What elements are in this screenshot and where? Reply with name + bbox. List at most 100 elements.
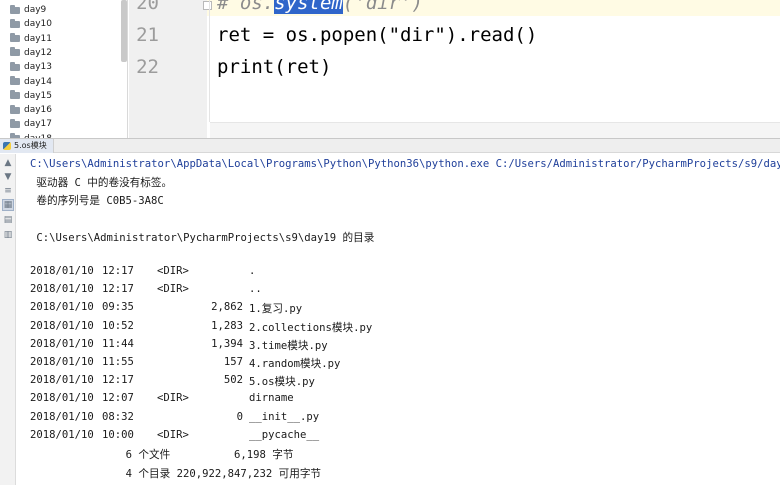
code-editor[interactable]: 20 21 22 # os.system('dir') ret = os.pop… [129,0,780,138]
dir-entry-row: 2018/01/10 12:17 502 5.os模块.py [17,374,777,388]
tree-item-day14[interactable]: day14 [10,75,52,89]
dir-entry-row: 2018/01/10 12:07 <DIR> dirname [17,392,777,406]
line-number: 21 [136,24,159,46]
entry-size: 1,283 [211,319,243,332]
entry-time: 12:17 [102,265,134,277]
tree-scrollbar[interactable] [121,0,127,62]
run-panel-header: 5.os模块 [0,138,780,153]
entry-date: 2018/01/10 [30,265,94,277]
console-summary-dirs: 4 个目录 220,922,847,232 可用字节 [30,468,322,480]
entry-time: 11:44 [102,337,134,350]
entry-time: 09:35 [102,301,134,314]
entry-size: 1,394 [211,337,243,350]
entry-name: 4.random模块.py [249,358,341,370]
tree-item-label: day9 [24,5,47,15]
entry-dir-flag: <DIR> [157,265,189,277]
entry-time: 10:52 [102,319,134,332]
folder-icon [10,18,20,28]
tree-item-day17[interactable]: day17 [10,117,52,131]
code-line[interactable]: ret = os.popen("dir").read() [217,24,537,46]
project-tree[interactable]: day9 day10 day11 day12 day13 day14 day15 day16 d… [0,0,128,138]
print-icon[interactable]: ▤ [2,214,14,226]
scroll-to-end-icon[interactable]: ≡ [2,185,14,197]
tree-item-day16[interactable]: day16 [10,103,52,117]
console-output[interactable]: C:\Users\Administrator\AppData\Local\Pro… [17,154,780,485]
folder-icon [10,118,20,128]
tree-item-day13[interactable]: day13 [10,60,52,74]
editor-gutter: 20 21 22 [129,0,207,138]
dir-entry-row: 2018/01/10 12:17 <DIR>. [17,265,777,279]
tree-item-day10[interactable]: day10 [10,17,52,31]
editor-horizontal-scrollbar[interactable] [210,122,780,138]
entry-dir-flag: <DIR> [157,392,189,405]
dir-entry-row: 2018/01/10 09:35 2,862 1.复习.py [17,301,777,315]
folder-icon [10,33,20,43]
entry-date: 2018/01/10 [30,356,94,368]
console-summary-files: 6 个文件 6,198 字节 [30,449,294,461]
entry-size: 502 [223,374,243,387]
tree-item-label: day13 [24,62,53,73]
entry-date: 2018/01/10 [30,337,94,350]
code-line[interactable]: # os.system('dir') [217,0,423,14]
entry-date: 2018/01/10 [30,319,94,332]
entry-time: 11:55 [102,356,134,368]
tree-item-label: day11 [24,33,53,44]
tree-item-day11[interactable]: day11 [10,32,52,46]
entry-time: 12:17 [102,374,134,387]
entry-name: .. [249,283,262,296]
tree-item-label: day10 [24,19,53,30]
entry-name: 1.复习.py [249,303,303,316]
entry-name: 5.os模块.py [249,376,315,389]
entry-date: 2018/01/10 [30,428,94,441]
code-comment-suffix: ('dir') [342,0,423,14]
clear-all-icon[interactable]: ▥ [2,229,14,241]
soft-wrap-icon[interactable]: ▦ [2,199,14,211]
console-command-line[interactable]: C:\Users\Administrator\AppData\Local\Pro… [30,156,780,171]
tree-item-label: day12 [24,47,53,58]
tree-item-label: day14 [24,76,53,87]
entry-time: 08:32 [102,410,134,423]
entry-size: 0 [236,410,243,423]
entry-date: 2018/01/10 [30,374,94,387]
python-file-icon [3,141,11,150]
dir-entry-row: 2018/01/10 11:44 1,394 3.time模块.py [17,338,777,352]
folder-icon [10,104,20,114]
tab-run-config[interactable]: 5.os模块 [0,138,54,153]
run-tab-label: 5.os模块 [14,141,47,150]
code-comment-prefix: # os. [217,0,275,14]
entry-date: 2018/01/10 [30,301,94,314]
fold-guide [209,0,210,122]
dir-entry-row: 2018/01/10 11:55 157 4.random模块.py [17,356,777,370]
entry-date: 2018/01/10 [30,283,94,296]
selected-text: system [274,0,343,14]
folder-icon [10,61,20,71]
entry-name: . [249,265,256,277]
tree-item-day9[interactable]: day9 [10,3,46,17]
entry-date: 2018/01/10 [30,410,94,423]
line-number: 22 [136,56,159,78]
entry-name: 3.time模块.py [249,339,328,352]
entry-name: dirname [249,392,294,405]
console-line: 卷的序列号是 C0B5-3A8C [30,195,164,207]
tree-item-label: day17 [24,119,53,130]
stop-icon[interactable]: ▼ [2,171,14,183]
entry-time: 12:17 [102,283,134,296]
fold-icon[interactable] [203,1,212,10]
dir-entry-row: 2018/01/10 12:17 <DIR>.. [17,283,777,297]
rerun-icon[interactable]: ▲ [2,157,14,169]
entry-size: 2,862 [211,301,243,314]
folder-icon [10,47,20,57]
entry-time: 10:00 [102,428,134,441]
dir-entry-row: 2018/01/10 10:00 <DIR> __pycache__ [17,429,777,443]
tree-item-label: day15 [24,90,53,101]
dir-entry-row: 2018/01/10 08:32 0 __init__.py [17,411,777,425]
run-toolbar: ▲ ▼ ≡ ▦ ▤ ▥ [0,154,16,485]
entry-name: __init__.py [249,410,320,423]
folder-icon [10,4,20,14]
entry-time: 12:07 [102,392,134,405]
entry-name: 2.collections模块.py [249,321,373,334]
line-number: 20 [136,0,159,14]
tree-item-day12[interactable]: day12 [10,46,52,60]
code-line[interactable]: print(ret) [217,56,331,78]
tree-item-day15[interactable]: day15 [10,89,52,103]
